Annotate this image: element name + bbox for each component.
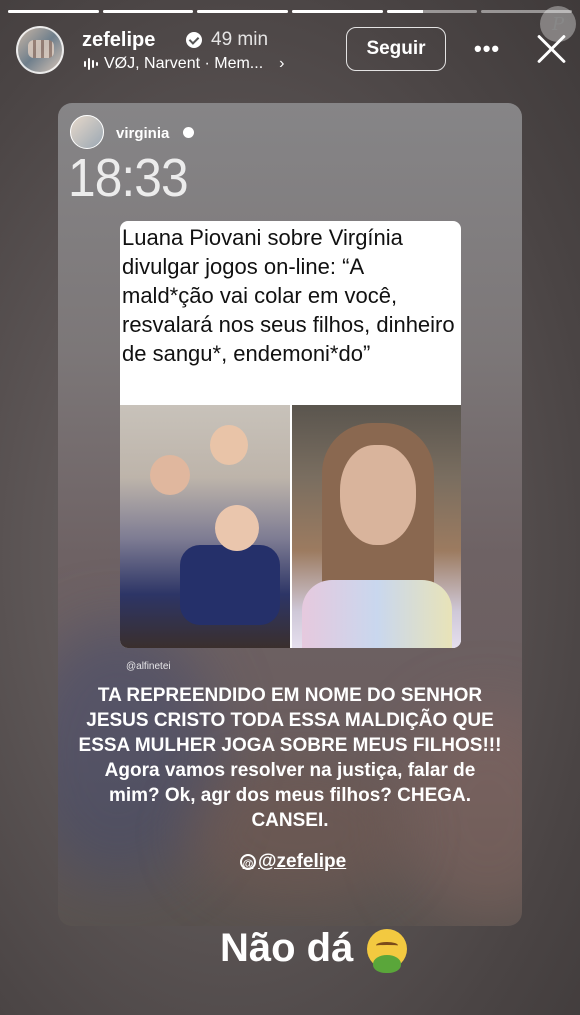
nauseated-face-icon	[367, 928, 408, 973]
avatar[interactable]	[16, 26, 64, 74]
news-headline: Luana Piovani sobre Virgínia divulgar jo…	[122, 225, 455, 366]
chevron-right-icon: ›	[279, 55, 285, 72]
post-clock: 18:33	[68, 148, 189, 208]
verified-icon	[186, 32, 202, 48]
music-info[interactable]: VØJ, Narvent · Mem... ›	[84, 55, 284, 73]
progress-segment-active	[386, 10, 478, 13]
audio-bars-icon	[84, 57, 98, 71]
story-text-overlay: Não dá	[220, 926, 408, 973]
portrait-photo	[292, 405, 461, 648]
caption-rest: Agora vamos resolver na justiça, falar d…	[104, 760, 476, 831]
family-photo	[120, 405, 290, 648]
shared-post-card[interactable]: virginia 18:33 Luana Piovani sobre Virgí…	[58, 103, 522, 926]
story-caption: TA REPREENDIDO EM NOME DO SENHOR JESUS C…	[78, 683, 502, 833]
username[interactable]: zefelipe	[82, 29, 155, 52]
mention-label: @zefelipe	[258, 851, 347, 872]
post-username[interactable]: virginia	[116, 125, 169, 142]
progress-segment	[197, 10, 289, 13]
overlay-text: Não dá	[220, 926, 354, 970]
story-header: zefelipe 49 min VØJ, Narvent · Mem... › …	[16, 24, 564, 78]
progress-segment	[102, 10, 194, 13]
image-credit: @alfinetei	[126, 661, 171, 672]
time-ago: 49 min	[211, 29, 269, 50]
more-options-icon[interactable]: •••	[474, 36, 500, 62]
caption-upper: TA REPREENDIDO EM NOME DO SENHOR JESUS C…	[78, 685, 502, 756]
story-progress	[8, 10, 573, 13]
mention-link[interactable]: @ @zefelipe	[240, 851, 346, 873]
news-image: Luana Piovani sobre Virgínia divulgar jo…	[120, 221, 461, 648]
close-icon[interactable]	[534, 32, 568, 66]
progress-segment	[8, 10, 99, 13]
music-label: VØJ, Narvent · Mem...	[104, 55, 264, 72]
verified-icon	[183, 127, 194, 138]
follow-button[interactable]: Seguir	[346, 27, 446, 71]
progress-segment	[292, 10, 383, 13]
post-avatar[interactable]	[70, 115, 104, 149]
threads-icon: @	[240, 854, 256, 870]
